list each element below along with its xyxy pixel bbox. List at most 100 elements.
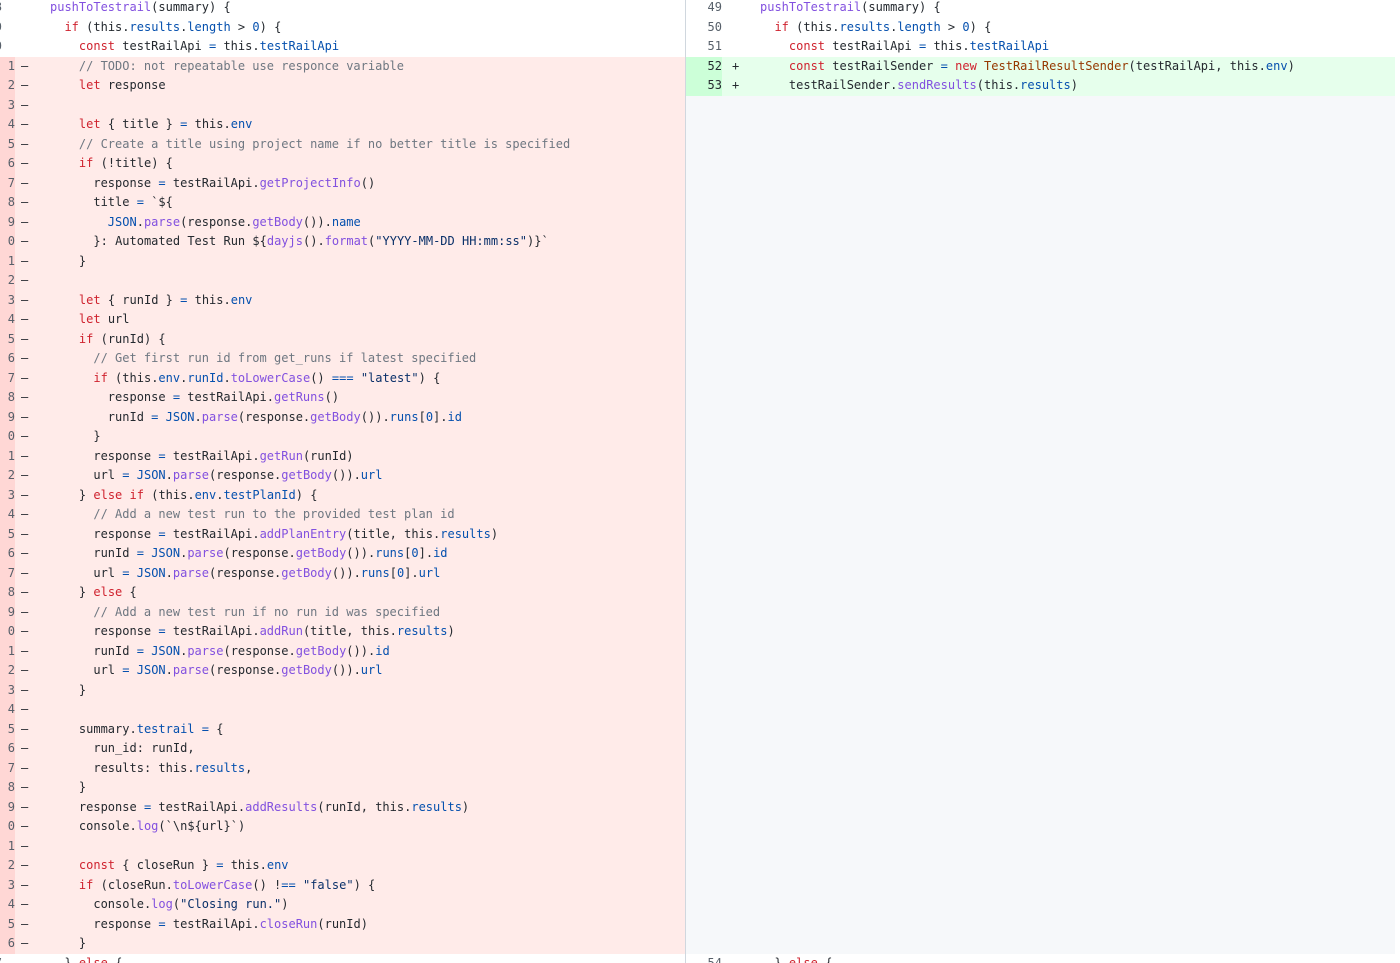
line-number[interactable]: 5 [0,329,15,349]
deleted-line[interactable]: 9– JSON.parse(response.getBody()).name [0,212,685,232]
line-number[interactable]: 3 [0,485,15,505]
deleted-line[interactable]: 9– runId = JSON.parse(response.getBody()… [0,407,685,427]
deleted-line[interactable]: 5– response = testRailApi.closeRun(runId… [0,914,685,934]
scrollbar-track[interactable] [1395,0,1400,963]
line-number[interactable]: 5 [0,134,15,154]
line-number[interactable]: 2 [0,271,15,291]
deleted-line[interactable]: 8– } [0,778,685,798]
context-line[interactable]: 49 pushToTestrail(summary) { [686,0,1395,18]
deleted-line[interactable]: 8– } else { [0,583,685,603]
line-number[interactable]: 5 [0,524,15,544]
deleted-line[interactable]: 6– runId = JSON.parse(response.getBody()… [0,544,685,564]
context-line[interactable]: 51 const testRailApi = this.testRailApi [686,37,1395,57]
line-number[interactable]: 0 [0,622,15,642]
line-number[interactable]: 6 [0,544,15,564]
deleted-line[interactable]: 2– url = JSON.parse(response.getBody()).… [0,661,685,681]
line-number[interactable]: 8 [0,193,15,213]
added-line[interactable]: 52 + const testRailSender = new TestRailR… [686,56,1395,76]
line-number[interactable]: 2 [0,76,15,96]
line-number[interactable]: 4 [0,505,15,525]
line-number[interactable]: 3 [0,95,15,115]
line-number[interactable]: 8 [0,583,15,603]
line-number[interactable]: 1 [0,251,15,271]
line-number[interactable]: 4 [0,700,15,720]
deleted-line[interactable]: 4– console.log("Closing run.") [0,895,685,915]
line-number[interactable]: 6 [0,934,15,954]
line-number[interactable]: 7 [0,758,15,778]
line-number[interactable]: 9 [0,407,15,427]
deleted-line[interactable]: 1– response = testRailApi.getRun(runId) [0,446,685,466]
deleted-line[interactable]: 1– } [0,251,685,271]
context-line[interactable]: 50 if (this.results.length > 0) { [686,17,1395,37]
line-number[interactable]: 51 [686,37,722,57]
deleted-line[interactable]: 4– [0,700,685,720]
line-number[interactable]: 3 [0,875,15,895]
line-number[interactable]: 8 [0,388,15,408]
line-number[interactable]: 0 [0,817,15,837]
line-number[interactable]: 2 [0,466,15,486]
deleted-line[interactable]: 6– if (!title) { [0,154,685,174]
line-number[interactable]: 2 [0,856,15,876]
deleted-line[interactable]: 0– console.log(`\n${url}`) [0,817,685,837]
line-number[interactable]: 1 [0,446,15,466]
deleted-line[interactable]: 4– // Add a new test run to the provided… [0,505,685,525]
added-line[interactable]: 53 + testRailSender.sendResults(this.resu… [686,76,1395,96]
deleted-line[interactable]: 3– [0,95,685,115]
deleted-line[interactable]: 7– url = JSON.parse(response.getBody()).… [0,563,685,583]
deleted-line[interactable]: 6– } [0,934,685,954]
deleted-line[interactable]: 0– }: Automated Test Run ${dayjs().forma… [0,232,685,252]
deleted-line[interactable]: 3– if (closeRun.toLowerCase() !== "false… [0,875,685,895]
line-number[interactable]: 49 [686,0,722,18]
line-number[interactable]: 1 [0,641,15,661]
deleted-line[interactable]: 6– // Get first run id from get_runs if … [0,349,685,369]
deleted-line[interactable]: 2– url = JSON.parse(response.getBody()).… [0,466,685,486]
deleted-line[interactable]: 5– summary.testrail = { [0,719,685,739]
deleted-line[interactable]: 3– } else if (this.env.testPlanId) { [0,485,685,505]
line-number[interactable]: 7 [0,173,15,193]
line-number[interactable]: 7 [0,563,15,583]
deleted-line[interactable]: 0– response = testRailApi.addRun(title, … [0,622,685,642]
line-number[interactable]: 1 [0,56,15,76]
context-line[interactable]: 9 if (this.results.length > 0) { [0,17,685,38]
line-number[interactable]: 1 [0,836,15,856]
line-number[interactable]: 8 [0,0,2,18]
context-line[interactable]: 7 } else { [0,953,685,963]
deleted-line[interactable]: 1– // TODO: not repeatable use responce … [0,56,685,76]
line-number[interactable]: 6 [0,154,15,174]
line-number[interactable]: 2 [0,661,15,681]
deleted-line[interactable]: 8– response = testRailApi.getRuns() [0,388,685,408]
context-line[interactable]: 54 } else { [686,953,1395,963]
line-number[interactable]: 4 [0,310,15,330]
line-number[interactable]: 6 [0,349,15,369]
deleted-line[interactable]: 5– // Create a title using project name … [0,134,685,154]
line-number[interactable]: 9 [0,18,2,38]
pane-divider[interactable] [685,0,686,963]
line-number[interactable]: 52 [686,56,722,76]
line-number[interactable]: 5 [0,719,15,739]
deleted-line[interactable]: 2– let response [0,76,685,96]
line-number[interactable]: 4 [0,115,15,135]
deleted-line[interactable]: 8– title = `${ [0,193,685,213]
line-number[interactable]: 0 [0,427,15,447]
line-number[interactable]: 54 [686,954,722,963]
deleted-line[interactable]: 5– if (runId) { [0,329,685,349]
deleted-line[interactable]: 0– } [0,427,685,447]
deleted-line[interactable]: 3– let { runId } = this.env [0,290,685,310]
line-number[interactable]: 9 [0,212,15,232]
line-number[interactable]: 7 [0,368,15,388]
line-number[interactable]: 3 [0,680,15,700]
context-line[interactable]: 8 pushToTestrail(summary) { [0,0,685,18]
deleted-line[interactable]: 1– [0,836,685,856]
line-number[interactable]: 5 [0,914,15,934]
deleted-line[interactable]: 4– let { title } = this.env [0,115,685,135]
deleted-line[interactable]: 4– let url [0,310,685,330]
line-number[interactable]: 4 [0,895,15,915]
deleted-line[interactable]: 7– results: this.results, [0,758,685,778]
line-number[interactable]: 0 [0,232,15,252]
line-number[interactable]: 9 [0,797,15,817]
deleted-line[interactable]: 6– run_id: runId, [0,739,685,759]
deleted-line[interactable]: 9– response = testRailApi.addResults(run… [0,797,685,817]
line-number[interactable]: 0 [0,37,2,57]
deleted-line[interactable]: 5– response = testRailApi.addPlanEntry(t… [0,524,685,544]
line-number[interactable]: 3 [0,290,15,310]
